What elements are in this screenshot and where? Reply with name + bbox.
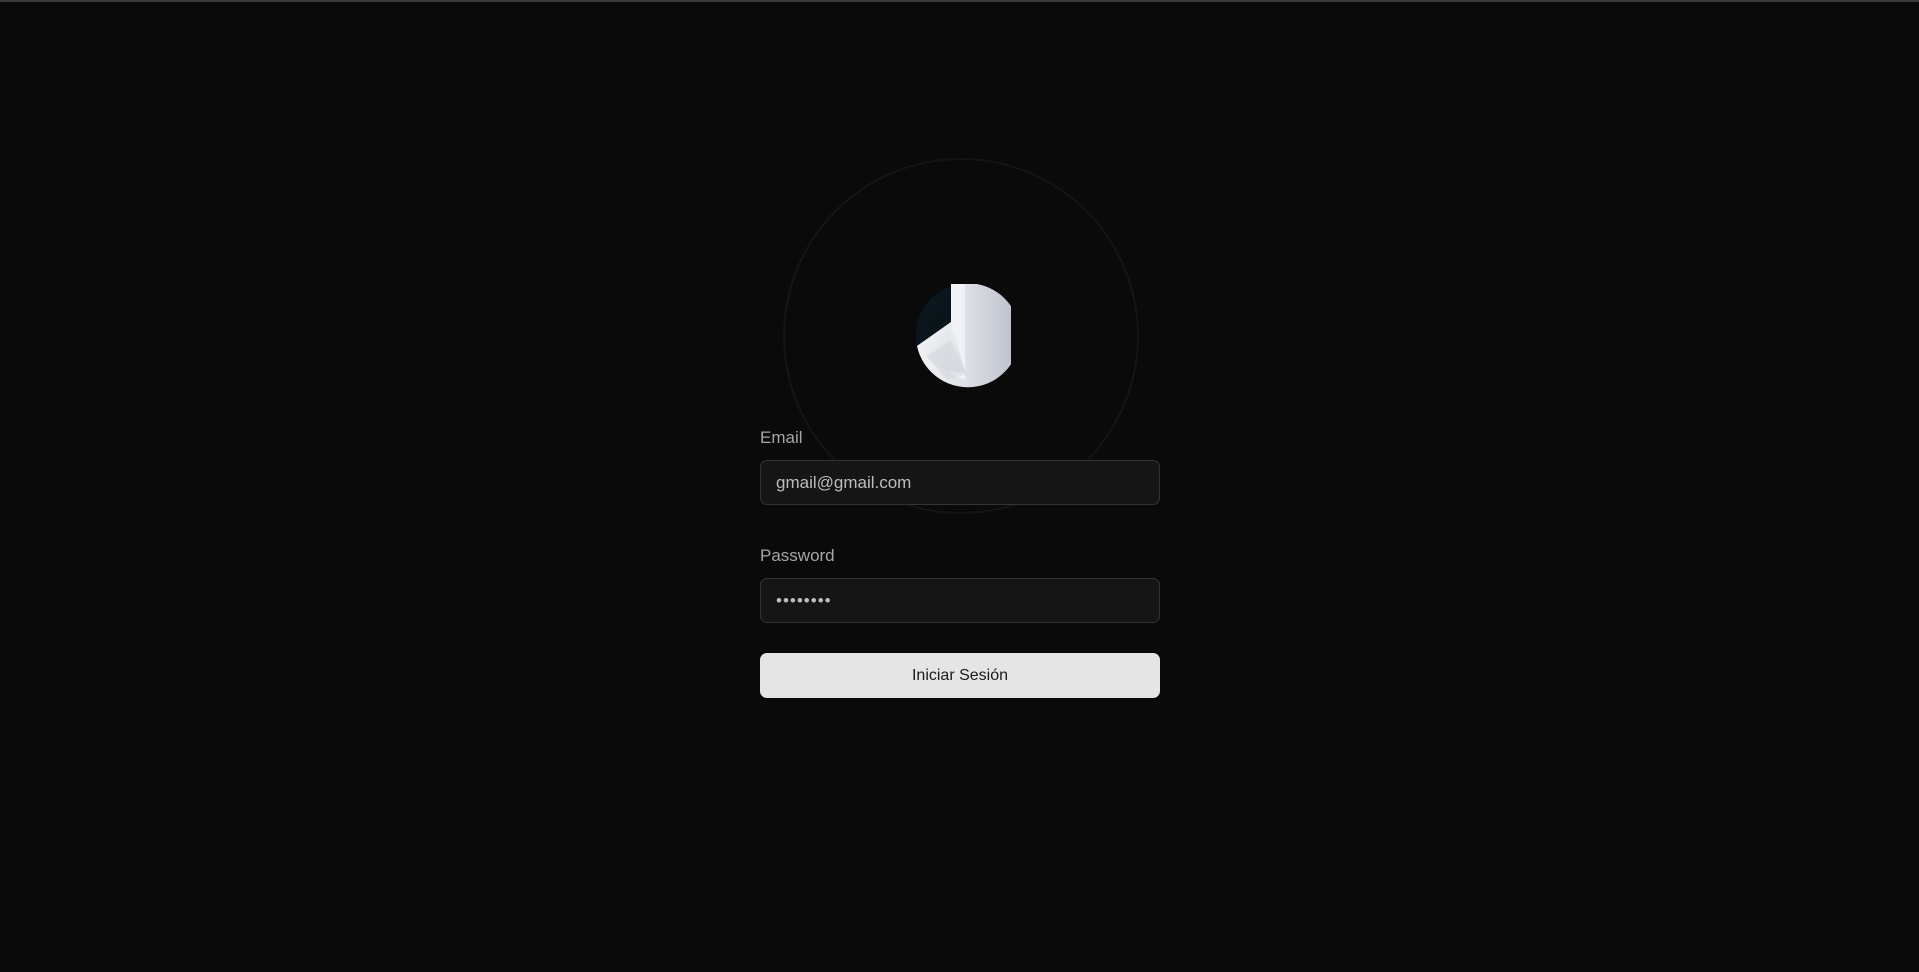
email-field[interactable] [760, 460, 1160, 505]
login-submit-button[interactable]: Iniciar Sesión [760, 653, 1160, 698]
password-field[interactable] [760, 578, 1160, 623]
password-label: Password [760, 546, 835, 565]
email-label: Email [760, 428, 803, 447]
login-form: Email Password Iniciar Sesión [760, 424, 1160, 698]
pie-chart-logo-icon [907, 284, 1011, 388]
window-top-border [0, 0, 1919, 2]
